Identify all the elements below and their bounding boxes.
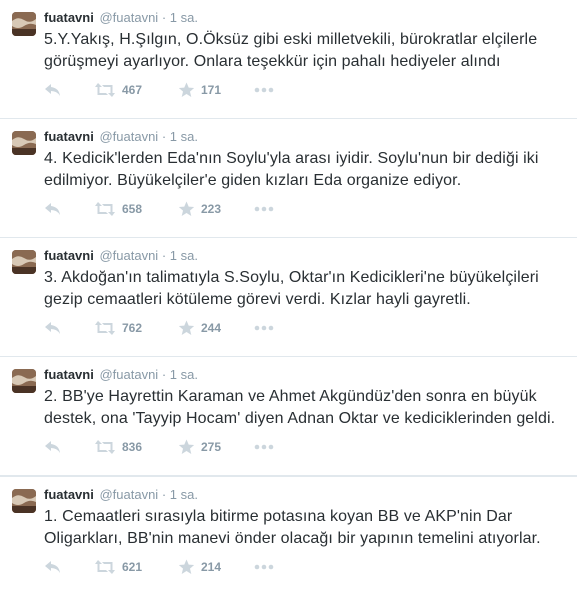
star-icon: [178, 559, 195, 575]
reply-button[interactable]: [44, 437, 62, 457]
avatar[interactable]: [12, 489, 36, 513]
more-dots-icon: [254, 325, 274, 331]
retweet-count: 658: [122, 202, 143, 216]
separator: ·: [161, 129, 167, 144]
retweet-button[interactable]: 467: [94, 80, 142, 100]
reply-icon: [44, 439, 62, 455]
tweet[interactable]: fuatavni @fuatavni · 1 sa. 5.Y.Yakış, H.…: [0, 0, 577, 119]
favorite-count: 171: [201, 83, 222, 97]
retweet-icon: [94, 201, 116, 217]
tweet-actions: 658 223: [44, 199, 344, 219]
star-icon: [178, 439, 195, 455]
favorite-count: 275: [201, 440, 222, 454]
separator: ·: [161, 367, 167, 382]
tweet-actions: 762 244: [44, 318, 344, 338]
retweet-button[interactable]: 836: [94, 437, 142, 457]
author-name[interactable]: fuatavni: [44, 10, 94, 25]
reply-button[interactable]: [44, 557, 62, 577]
tweet-header: fuatavni @fuatavni · 1 sa.: [44, 10, 198, 26]
retweet-icon: [94, 559, 116, 575]
reply-button[interactable]: [44, 80, 62, 100]
tweet-time[interactable]: 1 sa.: [170, 10, 198, 25]
author-name[interactable]: fuatavni: [44, 248, 94, 263]
tweet-header: fuatavni @fuatavni · 1 sa.: [44, 487, 198, 503]
tweet[interactable]: fuatavni @fuatavni · 1 sa. 2. BB'ye Hayr…: [0, 357, 577, 476]
tweet-text: 1. Cemaatleri sırasıyla bitirme potasına…: [44, 508, 541, 547]
tweet-time[interactable]: 1 sa.: [170, 129, 198, 144]
tweet-text: 5.Y.Yakış, H.Şılgın, O.Öksüz gibi eski m…: [44, 31, 538, 70]
tweet-header: fuatavni @fuatavni · 1 sa.: [44, 367, 198, 383]
more-dots-icon: [254, 564, 274, 570]
favorite-count: 214: [201, 560, 222, 574]
reply-icon: [44, 82, 62, 98]
favorite-button[interactable]: 214: [178, 557, 221, 577]
author-name[interactable]: fuatavni: [44, 487, 94, 502]
retweet-count: 762: [122, 321, 143, 335]
more-button[interactable]: [254, 199, 274, 219]
tweet-time[interactable]: 1 sa.: [170, 487, 198, 502]
tweet-text: 2. BB'ye Hayrettin Karaman ve Ahmet Akgü…: [44, 388, 556, 427]
more-button[interactable]: [254, 80, 274, 100]
retweet-icon: [94, 439, 116, 455]
reply-button[interactable]: [44, 199, 62, 219]
star-icon: [178, 320, 195, 336]
favorite-button[interactable]: 171: [178, 80, 221, 100]
reply-icon: [44, 320, 62, 336]
retweet-button[interactable]: 621: [94, 557, 142, 577]
star-icon: [178, 201, 195, 217]
avatar[interactable]: [12, 131, 36, 155]
tweet-feed: fuatavni @fuatavni · 1 sa. 5.Y.Yakış, H.…: [0, 0, 577, 602]
author-name[interactable]: fuatavni: [44, 367, 94, 382]
author-handle[interactable]: @fuatavni: [99, 248, 158, 263]
more-button[interactable]: [254, 437, 274, 457]
star-icon: [178, 82, 195, 98]
separator: ·: [161, 487, 167, 502]
tweet-time[interactable]: 1 sa.: [170, 248, 198, 263]
retweet-count: 836: [122, 440, 143, 454]
retweet-count: 621: [122, 560, 143, 574]
tweet-time[interactable]: 1 sa.: [170, 367, 198, 382]
separator: ·: [161, 248, 167, 263]
tweet[interactable]: fuatavni @fuatavni · 1 sa. 4. Kedicik'le…: [0, 119, 577, 238]
more-dots-icon: [254, 206, 274, 212]
tweet[interactable]: fuatavni @fuatavni · 1 sa. 1. Cemaatleri…: [0, 476, 577, 602]
avatar[interactable]: [12, 12, 36, 36]
avatar[interactable]: [12, 369, 36, 393]
more-dots-icon: [254, 444, 274, 450]
retweet-icon: [94, 320, 116, 336]
retweet-count: 467: [122, 83, 143, 97]
more-dots-icon: [254, 87, 274, 93]
author-name[interactable]: fuatavni: [44, 129, 94, 144]
avatar[interactable]: [12, 250, 36, 274]
retweet-button[interactable]: 762: [94, 318, 142, 338]
tweet-header: fuatavni @fuatavni · 1 sa.: [44, 248, 198, 264]
tweet-actions: 467 171: [44, 80, 344, 100]
favorite-button[interactable]: 275: [178, 437, 221, 457]
favorite-count: 244: [201, 321, 222, 335]
author-handle[interactable]: @fuatavni: [99, 10, 158, 25]
tweet-header: fuatavni @fuatavni · 1 sa.: [44, 129, 198, 145]
author-handle[interactable]: @fuatavni: [99, 129, 158, 144]
tweet-text: 4. Kedicik'lerden Eda'nın Soylu'yla aras…: [44, 150, 539, 189]
tweet-text: 3. Akdoğan'ın talimatıyla S.Soylu, Oktar…: [44, 269, 539, 308]
more-button[interactable]: [254, 318, 274, 338]
tweet-actions: 621 214: [44, 557, 344, 577]
retweet-button[interactable]: 658: [94, 199, 142, 219]
reply-icon: [44, 559, 62, 575]
more-button[interactable]: [254, 557, 274, 577]
author-handle[interactable]: @fuatavni: [99, 487, 158, 502]
author-handle[interactable]: @fuatavni: [99, 367, 158, 382]
separator: ·: [161, 10, 167, 25]
retweet-icon: [94, 82, 116, 98]
tweet[interactable]: fuatavni @fuatavni · 1 sa. 3. Akdoğan'ın…: [0, 238, 577, 357]
favorite-button[interactable]: 223: [178, 199, 221, 219]
favorite-button[interactable]: 244: [178, 318, 221, 338]
favorite-count: 223: [201, 202, 222, 216]
reply-button[interactable]: [44, 318, 62, 338]
tweet-actions: 836 275: [44, 437, 344, 457]
reply-icon: [44, 201, 62, 217]
